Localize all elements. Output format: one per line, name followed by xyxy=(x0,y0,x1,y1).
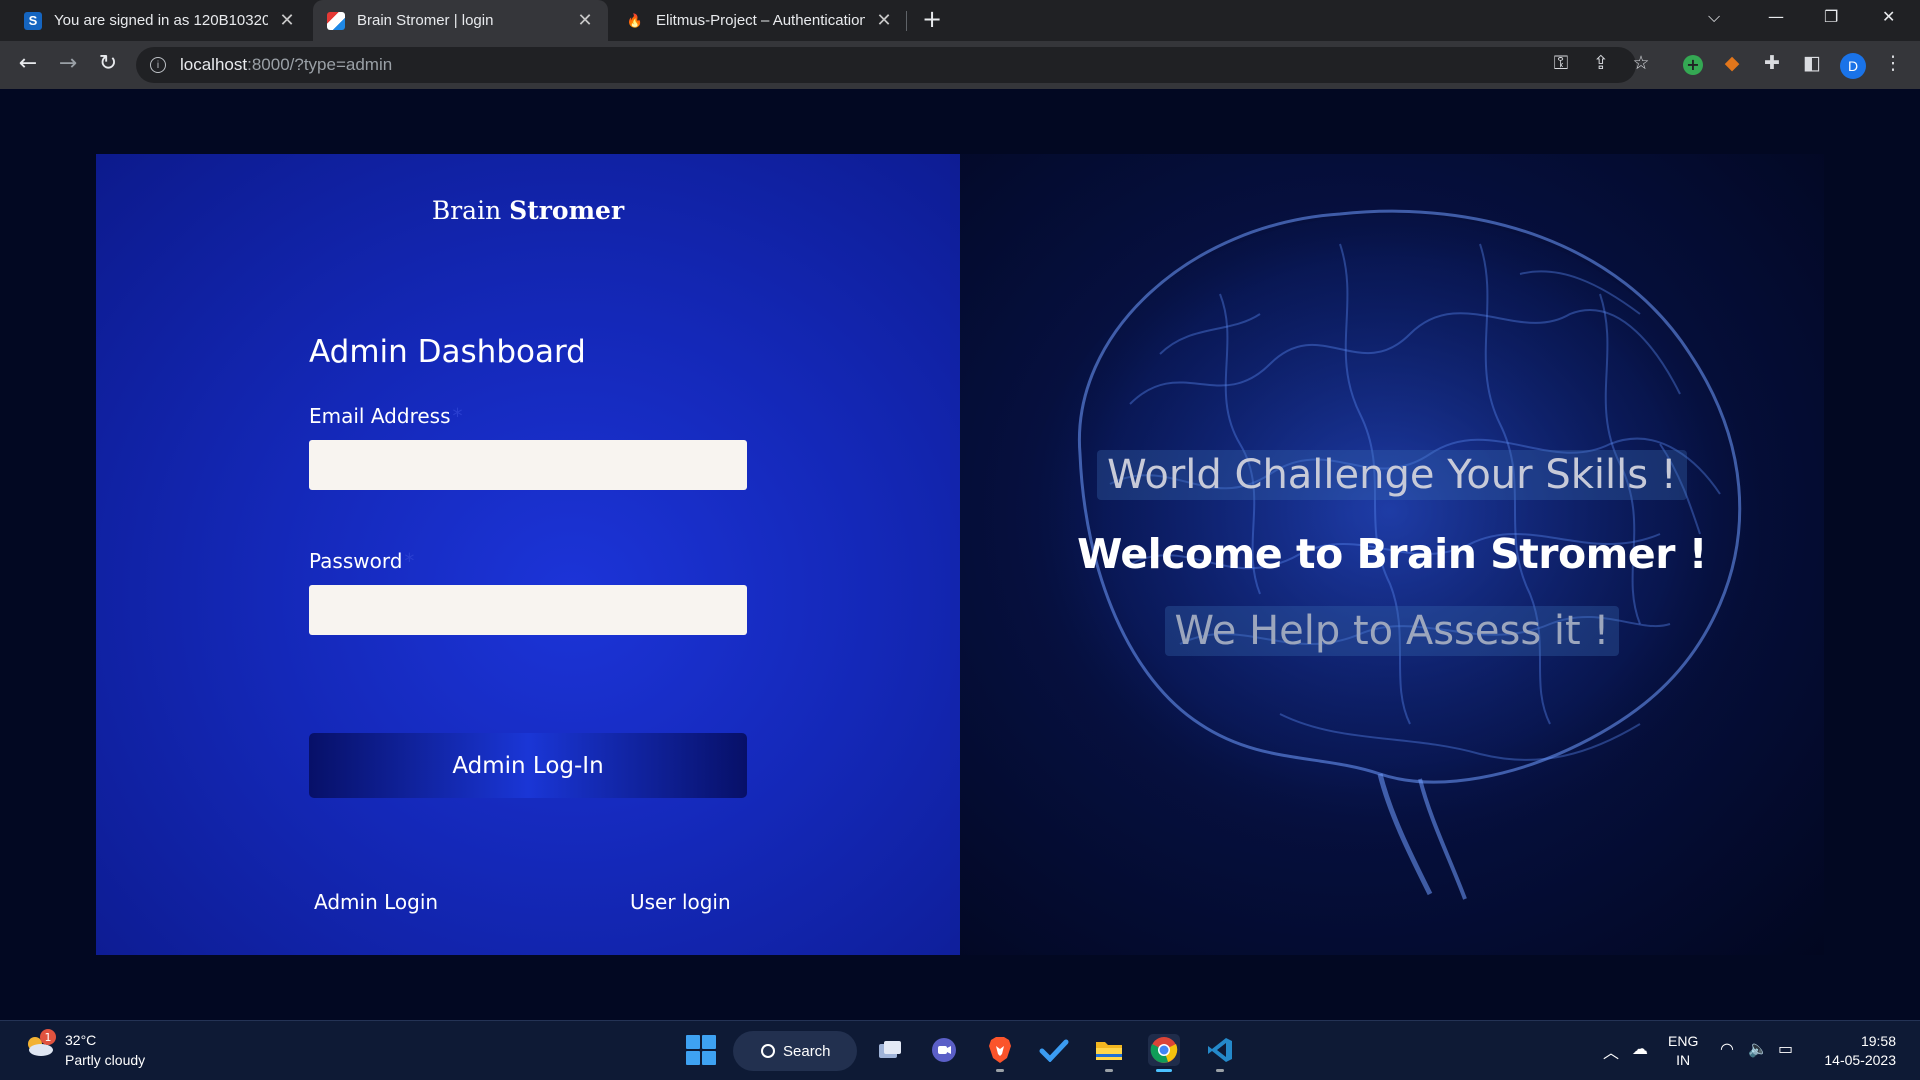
running-indicator xyxy=(1156,1069,1172,1072)
new-tab-icon[interactable]: + xyxy=(922,5,942,33)
required-mark: * xyxy=(404,549,415,573)
taskbar-search[interactable]: Search xyxy=(733,1031,857,1071)
tab-title: Brain Stromer | login xyxy=(357,12,494,29)
admin-login-link[interactable]: Admin Login xyxy=(314,890,438,914)
key-icon[interactable]: ⚿ xyxy=(1548,52,1574,74)
window-close-icon[interactable]: ✕ xyxy=(1882,7,1895,26)
brainstromer-icon xyxy=(327,11,345,30)
user-login-link[interactable]: User login xyxy=(630,890,731,914)
required-mark: * xyxy=(452,404,463,428)
running-indicator xyxy=(1216,1069,1224,1072)
menu-kebab-icon[interactable]: ⋮ xyxy=(1880,52,1906,74)
onedrive-offline-icon[interactable]: ☁ xyxy=(1632,1039,1648,1058)
tagline-assess-text: We Help to Assess it ! xyxy=(1164,606,1620,656)
browser-tab-brain-stromer[interactable]: Brain Stromer | login ✕ xyxy=(313,0,608,41)
site-info-icon[interactable]: i xyxy=(150,57,166,73)
back-icon[interactable]: ← xyxy=(14,51,42,76)
tagline-welcome: Welcome to Brain Stromer ! xyxy=(960,528,1824,580)
share-icon[interactable]: ⇪ xyxy=(1588,52,1614,74)
address-bar[interactable]: i localhost:8000/?type=admin xyxy=(136,47,1636,83)
system-clock[interactable]: 19:58 14-05-2023 xyxy=(1818,1032,1896,1070)
minimize-icon[interactable]: — xyxy=(1768,7,1784,26)
language-code: ENG xyxy=(1668,1033,1699,1049)
search-icon xyxy=(761,1044,775,1058)
s-icon: S xyxy=(24,11,42,30)
browser-tab-strip: S You are signed in as 120B10320 ✕ Brain… xyxy=(0,0,1920,41)
bookmark-star-icon[interactable]: ☆ xyxy=(1628,52,1654,74)
brand-logo: Brain Stromer xyxy=(96,196,960,225)
clock-date: 14-05-2023 xyxy=(1824,1052,1896,1068)
tagline-challenge: World Challenge Your Skills ! xyxy=(960,450,1824,500)
close-icon[interactable]: ✕ xyxy=(875,10,893,31)
vscode-icon[interactable] xyxy=(1204,1034,1236,1072)
email-label-text: Email Address xyxy=(309,404,451,428)
search-label: Search xyxy=(783,1042,831,1060)
login-panel: Brain Stromer Admin Dashboard Email Addr… xyxy=(96,154,960,955)
email-field[interactable] xyxy=(309,440,747,490)
wifi-icon[interactable]: ◠ xyxy=(1720,1039,1734,1058)
weather-temperature[interactable]: 32°C xyxy=(65,1032,96,1048)
volume-icon[interactable]: 🔈 xyxy=(1748,1039,1768,1058)
password-label-text: Password xyxy=(309,549,403,573)
language-indicator[interactable]: ENG IN xyxy=(1668,1032,1698,1070)
restore-icon[interactable]: ❐ xyxy=(1824,7,1838,26)
brand-bold: Stromer xyxy=(509,196,625,225)
file-explorer-icon[interactable] xyxy=(1093,1034,1125,1072)
tagline-assess: We Help to Assess it ! xyxy=(960,606,1824,656)
region-code: IN xyxy=(1676,1052,1691,1068)
profile-avatar[interactable]: D xyxy=(1840,53,1866,79)
brave-browser-icon[interactable] xyxy=(984,1034,1016,1072)
weather-badge: 1 xyxy=(40,1029,56,1045)
page-title: Admin Dashboard xyxy=(309,334,586,370)
url-host: localhost xyxy=(180,55,248,74)
url-path: :8000/?type=admin xyxy=(247,55,393,74)
teams-chat-icon[interactable] xyxy=(928,1034,960,1066)
tagline-challenge-text: World Challenge Your Skills ! xyxy=(1097,450,1687,500)
reload-icon[interactable]: ↻ xyxy=(94,51,122,76)
battery-icon[interactable]: ▭ xyxy=(1778,1039,1793,1058)
todo-check-icon[interactable] xyxy=(1038,1034,1070,1066)
email-label: Email Address * xyxy=(309,404,463,428)
windows-start-icon[interactable] xyxy=(686,1035,716,1065)
weather-description[interactable]: Partly cloudy xyxy=(65,1052,145,1068)
tab-separator xyxy=(906,11,907,31)
browser-toolbar: ← → ↻ i localhost:8000/?type=admin ⚿ ⇪ ☆… xyxy=(0,41,1920,89)
forward-icon[interactable]: → xyxy=(54,51,82,76)
page-viewport: Brain Stromer Admin Dashboard Email Addr… xyxy=(0,89,1920,1020)
running-indicator xyxy=(996,1069,1004,1072)
close-icon[interactable]: ✕ xyxy=(576,10,594,31)
extensions-puzzle-icon[interactable]: ✚ xyxy=(1759,52,1785,74)
task-view-icon[interactable] xyxy=(874,1034,906,1066)
firebase-icon: 🔥 xyxy=(626,12,644,28)
admin-login-button[interactable]: Admin Log-In xyxy=(309,733,747,798)
side-panel-icon[interactable]: ◧ xyxy=(1799,52,1825,74)
tab-title: You are signed in as 120B10320 xyxy=(54,12,268,29)
password-label: Password * xyxy=(309,549,414,573)
metamask-icon[interactable]: ◆ xyxy=(1719,52,1745,74)
browser-tab-firebase[interactable]: 🔥 Elitmus-Project – Authentication ✕ xyxy=(612,0,907,41)
close-icon[interactable]: ✕ xyxy=(278,10,296,31)
chrome-icon[interactable] xyxy=(1148,1034,1180,1072)
chevron-up-icon[interactable]: ︿ xyxy=(1603,1039,1619,1063)
tab-search-chevron-icon[interactable]: ⌵ xyxy=(1708,7,1720,27)
extension-plus-icon[interactable]: + xyxy=(1683,55,1703,75)
clock-time: 19:58 xyxy=(1860,1033,1896,1049)
hero-panel: World Challenge Your Skills ! Welcome to… xyxy=(960,154,1824,955)
running-indicator xyxy=(1105,1069,1113,1072)
tagline-welcome-text: Welcome to Brain Stromer ! xyxy=(1077,530,1707,578)
password-field[interactable] xyxy=(309,585,747,635)
windows-taskbar: 1 32°C Partly cloudy Search ︿ ☁ ENG IN ◠… xyxy=(0,1020,1920,1080)
browser-tab-signed-in[interactable]: S You are signed in as 120B10320 ✕ xyxy=(10,0,310,41)
tab-title: Elitmus-Project – Authentication xyxy=(656,12,865,29)
brand-light: Brain xyxy=(431,196,510,225)
